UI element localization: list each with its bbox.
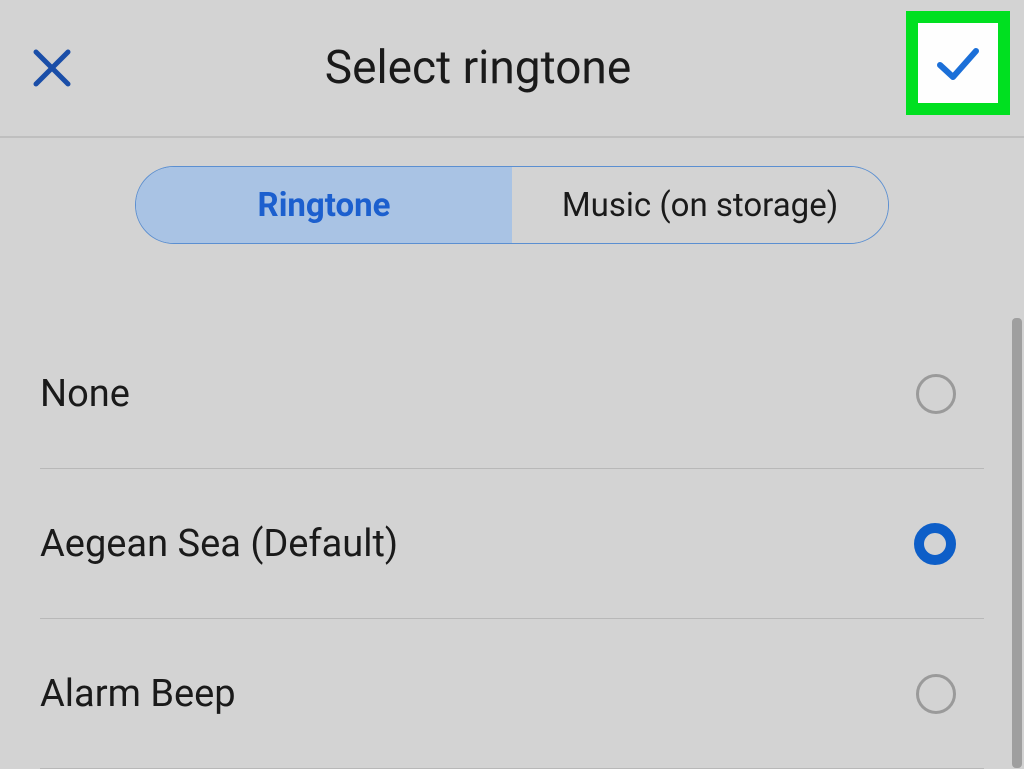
list-item[interactable]: Aegean Sea (Default) bbox=[40, 469, 984, 619]
tab-music-label: Music (on storage) bbox=[562, 186, 838, 225]
header: Select ringtone bbox=[0, 0, 1024, 138]
list-item-label: Aegean Sea (Default) bbox=[40, 522, 398, 566]
checkmark-icon bbox=[928, 33, 988, 93]
tab-music[interactable]: Music (on storage) bbox=[512, 167, 888, 243]
list-item[interactable]: None bbox=[40, 319, 984, 469]
tabs-container: Ringtone Music (on storage) bbox=[0, 138, 1024, 244]
scrollbar[interactable] bbox=[1012, 318, 1022, 768]
list-item[interactable]: Alarm Beep bbox=[40, 619, 984, 769]
list-item-label: None bbox=[40, 372, 130, 416]
ringtone-list: None Aegean Sea (Default) Alarm Beep bbox=[0, 319, 1024, 769]
list-item-label: Alarm Beep bbox=[40, 672, 236, 716]
radio-selected-icon[interactable] bbox=[914, 523, 956, 565]
confirm-button[interactable] bbox=[918, 23, 998, 103]
tabs: Ringtone Music (on storage) bbox=[135, 166, 889, 244]
confirm-highlight bbox=[906, 11, 1010, 115]
tab-ringtone[interactable]: Ringtone bbox=[136, 167, 512, 243]
radio-unselected-icon[interactable] bbox=[916, 374, 956, 414]
tab-ringtone-label: Ringtone bbox=[258, 186, 391, 225]
radio-unselected-icon[interactable] bbox=[916, 674, 956, 714]
page-title: Select ringtone bbox=[50, 41, 906, 95]
